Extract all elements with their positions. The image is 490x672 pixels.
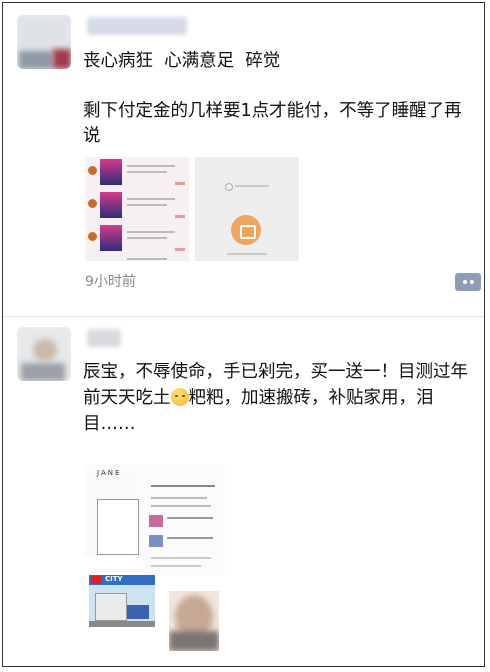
- post-divider: [3, 316, 484, 317]
- comment-more-icon[interactable]: [455, 273, 481, 291]
- post-text: 丧心病狂 心满意足 碎觉 剩下付定金的几样要1点才能付，不等了睡醒了再说: [83, 51, 462, 146]
- avatar[interactable]: [17, 327, 71, 381]
- avatar[interactable]: [17, 15, 71, 69]
- lego-label: CITY: [105, 575, 123, 583]
- post-image-order-list[interactable]: [85, 157, 189, 261]
- smiling-face-icon: [170, 388, 189, 406]
- username[interactable]: [87, 17, 187, 35]
- post-image-app-screen[interactable]: [195, 157, 299, 261]
- post-image-photo[interactable]: [169, 591, 219, 651]
- post-image-lego-box[interactable]: CITY: [89, 575, 155, 627]
- username[interactable]: [87, 329, 121, 347]
- post-text: 辰宝，不辱使命，手已剁完，买一送一！目测过年前天天吃土 粑粑，加速搬砖，补贴家用，…: [83, 362, 468, 434]
- moments-feed: 丧心病狂 心满意足 碎觉 剩下付定金的几样要1点才能付，不等了睡醒了再说 9小时…: [2, 2, 485, 667]
- bag-icon: [231, 215, 261, 245]
- post-time: 9小时前: [85, 274, 136, 290]
- brand-label: JANE: [97, 469, 122, 477]
- post-image-receipt[interactable]: [143, 465, 225, 575]
